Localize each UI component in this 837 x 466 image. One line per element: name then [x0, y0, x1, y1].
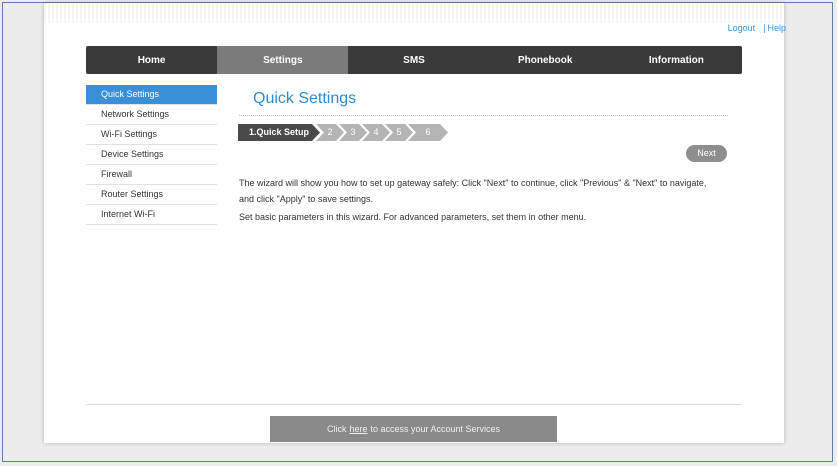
help-link[interactable]: Help — [767, 23, 786, 33]
footer-divider — [86, 404, 742, 405]
footer-suffix: to access your Account Services — [370, 424, 501, 434]
footer-prefix: Click — [326, 424, 347, 434]
sidebar-item-firewall[interactable]: Firewall — [86, 165, 217, 185]
nav-sms[interactable]: SMS — [348, 46, 479, 74]
nav-settings[interactable]: Settings — [217, 46, 349, 74]
nav-information[interactable]: Information — [611, 46, 742, 74]
wizard-step-1: 1.Quick Setup — [238, 124, 320, 141]
header-links: Logout | Help — [728, 23, 786, 33]
logout-link[interactable]: Logout — [728, 23, 756, 33]
nav-home[interactable]: Home — [86, 46, 217, 74]
next-button[interactable]: Next — [686, 145, 727, 162]
account-services-link[interactable]: here — [349, 424, 367, 434]
sidebar-item-network-settings[interactable]: Network Settings — [86, 105, 217, 125]
title-divider — [239, 115, 728, 116]
wizard-description: The wizard will show you how to set up g… — [239, 178, 707, 204]
top-banner-strip — [44, 3, 784, 23]
sidebar-item-device-settings[interactable]: Device Settings — [86, 145, 217, 165]
wizard-note: Set basic parameters in this wizard. For… — [239, 212, 587, 222]
sidebar-item-internet-wifi[interactable]: Internet Wi-Fi — [86, 205, 217, 225]
header-separator: | — [763, 23, 766, 33]
sidebar-item-wifi-settings[interactable]: Wi-Fi Settings — [86, 125, 217, 145]
sidebar-item-router-settings[interactable]: Router Settings — [86, 185, 217, 205]
page-title: Quick Settings — [253, 90, 357, 107]
main-nav: Home Settings SMS Phonebook Information — [86, 46, 742, 74]
nav-phonebook[interactable]: Phonebook — [480, 46, 611, 74]
sidebar-item-quick-settings[interactable]: Quick Settings — [86, 85, 217, 105]
account-services-bar: Click here to access your Account Servic… — [270, 416, 557, 442]
sidebar: Quick Settings Network Settings Wi-Fi Se… — [86, 85, 217, 225]
